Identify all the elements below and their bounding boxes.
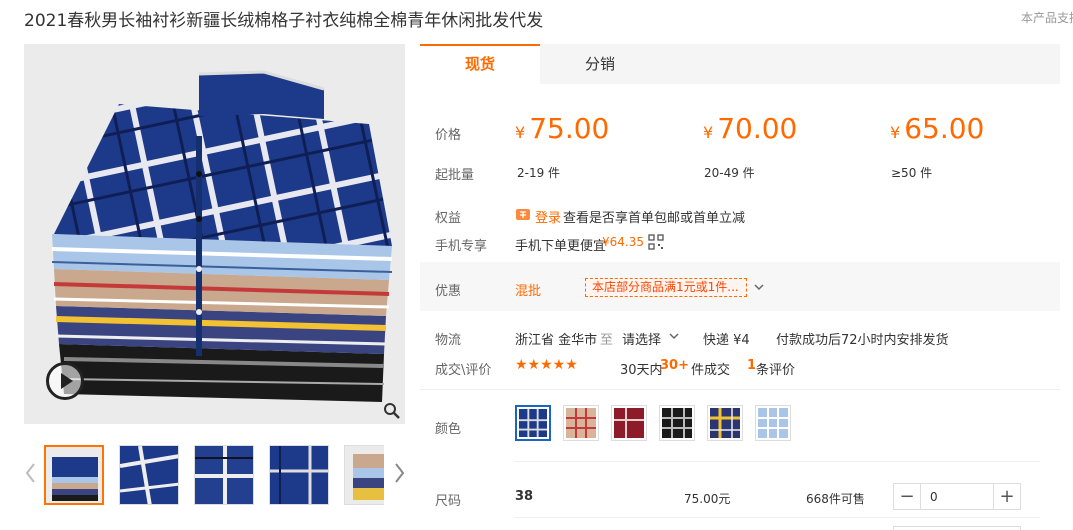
thumbnail-strip	[44, 445, 384, 505]
deals-count: 30+	[660, 358, 689, 373]
benefits-label: 权益	[435, 211, 462, 226]
quantity-minus-button[interactable]: −	[894, 484, 921, 509]
size-value: 38	[515, 489, 534, 504]
size-stock: 668件可售	[806, 492, 865, 506]
price-value: 75.00	[529, 112, 610, 145]
ship-origin: 浙江省 金华市	[515, 333, 598, 348]
size-price: 75.00元	[684, 492, 731, 506]
moq-label: 起批量	[435, 168, 475, 183]
review-count[interactable]: 1	[747, 358, 756, 373]
currency-symbol: ¥	[890, 123, 901, 142]
price-value: 70.00	[717, 112, 798, 145]
price-label: 价格	[435, 128, 462, 143]
quantity-stepper-next[interactable]	[893, 526, 1021, 530]
support-notice: 本产品支持	[1021, 11, 1073, 25]
ship-note: 付款成功后72小时内安排发货	[776, 333, 949, 348]
chevron-down-icon[interactable]	[752, 280, 766, 294]
express-fee: 快递 ¥4	[703, 333, 750, 348]
quantity-stepper: − +	[893, 483, 1021, 510]
price-value: 65.00	[904, 112, 985, 145]
quantity-input[interactable]	[922, 484, 992, 509]
deals-count-suffix: 件成交	[691, 363, 731, 378]
chevron-down-icon[interactable]	[668, 329, 680, 343]
tab-distribution[interactable]: 分销	[540, 44, 660, 84]
color-swatch-lightblue[interactable]	[755, 405, 791, 441]
play-video-icon[interactable]	[46, 362, 84, 400]
shirt-stack-image	[24, 44, 405, 424]
thumbnail-3[interactable]	[194, 445, 255, 505]
zoom-icon[interactable]	[383, 402, 401, 420]
rating-stars: ★★★★★	[515, 357, 578, 373]
color-swatch-yellow[interactable]	[707, 405, 743, 441]
thumbnail-5[interactable]	[344, 445, 384, 505]
promo-tag: 混批	[515, 284, 542, 299]
currency-symbol: ¥	[515, 123, 526, 142]
purchase-tabs: 现货 分销	[420, 44, 1060, 84]
moq-range-2: 20-49 件	[704, 166, 755, 180]
login-link[interactable]: 登录	[535, 207, 561, 226]
thumb-next-icon[interactable]	[392, 462, 406, 484]
main-product-image[interactable]	[24, 44, 405, 424]
qr-code-icon[interactable]	[648, 234, 664, 250]
price-tier-1: ¥75.00	[515, 112, 609, 145]
size-label: 尺码	[435, 494, 462, 509]
tab-spot[interactable]: 现货	[420, 44, 540, 84]
price-tier-3: ¥65.00	[890, 112, 984, 145]
thumbnail-2[interactable]	[119, 445, 180, 505]
thumbnail-4[interactable]	[269, 445, 330, 505]
moq-range-1: 2-19 件	[517, 166, 561, 180]
benefits-text: 查看是否享首单包邮或首单立减	[563, 211, 746, 226]
coupon-icon	[516, 209, 530, 220]
logistics-label: 物流	[435, 333, 462, 348]
mobile-label: 手机专享	[435, 239, 488, 254]
divider	[515, 517, 1040, 518]
promo-label: 优惠	[435, 284, 462, 299]
color-swatch-khaki[interactable]	[563, 405, 599, 441]
moq-range-3: ≥50 件	[891, 166, 933, 180]
thumbnail-1[interactable]	[44, 445, 104, 505]
mobile-text: 手机下单更便宜	[515, 239, 607, 254]
color-label: 颜色	[435, 422, 462, 437]
color-swatch-blue[interactable]	[515, 405, 551, 441]
mobile-price: ¥64.35	[602, 235, 644, 249]
color-swatch-black[interactable]	[659, 405, 695, 441]
destination-select[interactable]: 请选择	[622, 329, 661, 348]
deals-label: 成交\评价	[435, 363, 492, 378]
divider	[420, 389, 1060, 390]
ship-to: 至	[600, 333, 614, 348]
deals-days: 30天内	[620, 363, 663, 378]
price-tier-2: ¥70.00	[703, 112, 797, 145]
thumb-prev-icon[interactable]	[24, 462, 38, 484]
product-title: 2021春秋男长袖衬衫新疆长绒棉格子衬衣纯棉全棉青年休闲批发代发	[24, 11, 544, 31]
color-swatch-red[interactable]	[611, 405, 647, 441]
currency-symbol: ¥	[703, 123, 714, 142]
divider	[515, 461, 1040, 462]
review-suffix: 条评价	[756, 363, 796, 378]
quantity-plus-button[interactable]: +	[993, 484, 1020, 509]
coupon-badge[interactable]: 本店部分商品满1元或1件...	[585, 278, 747, 297]
